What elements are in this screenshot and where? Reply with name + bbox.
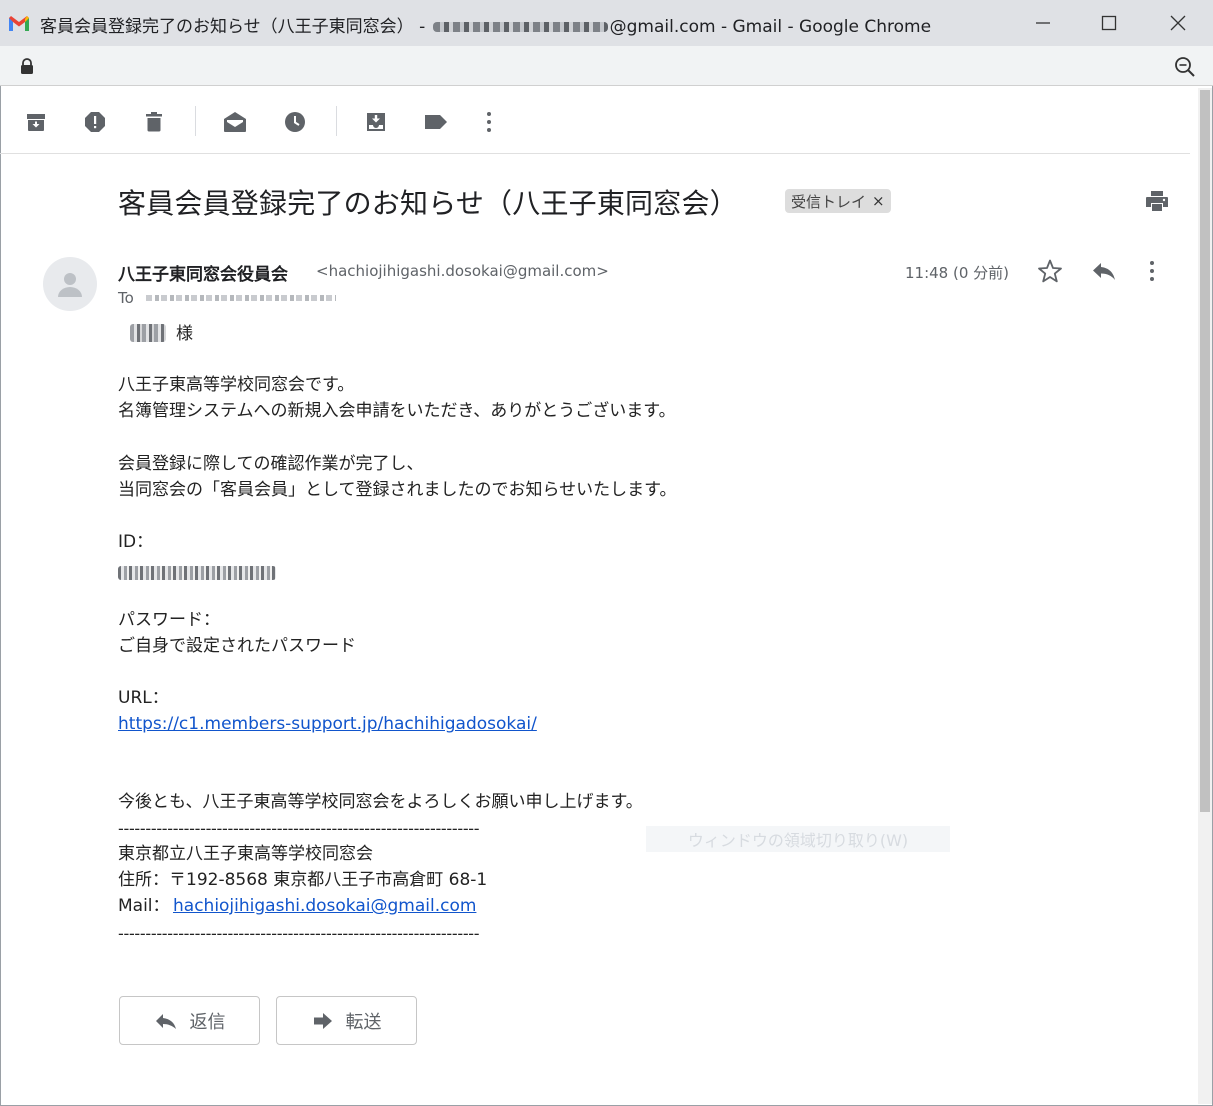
content-frame (0, 86, 1213, 1106)
redacted-id (118, 566, 276, 580)
maximize-icon (1101, 15, 1117, 31)
mark-unread-button[interactable] (221, 108, 249, 136)
body-line: 当同窓会の「客員会員」として登録されましたのでお知らせいたします。 (118, 480, 677, 500)
window-title: 客員会員登録完了のお知らせ（八王子東同窓会） - @gmail.com - Gm… (40, 12, 931, 37)
signature-divider: ----------------------------------------… (118, 924, 480, 943)
reply-button[interactable] (1090, 258, 1118, 288)
email-toolbar (0, 88, 1190, 154)
closing-line: 今後とも、八王子東高等学校同窓会をよろしくお願い申し上げます。 (118, 792, 643, 812)
report-spam-icon (85, 112, 105, 132)
snooze-button[interactable] (281, 108, 309, 136)
inbox-label-chip[interactable]: 受信トレイ × (785, 189, 891, 213)
delete-button[interactable] (140, 108, 168, 136)
close-window-button[interactable] (1155, 8, 1201, 38)
signature-mail-link[interactable]: hachiojihigashi.dosokai@gmail.com (173, 893, 476, 919)
password-value: ご自身で設定されたパスワード (118, 636, 356, 656)
sender-avatar (43, 257, 97, 311)
url-label: URL： (118, 688, 169, 708)
star-button[interactable] (1037, 258, 1063, 288)
remove-label-icon[interactable]: × (872, 192, 885, 210)
scrollbar-thumb[interactable] (1200, 90, 1210, 812)
signature-mail-label: Mail： (118, 896, 170, 916)
body-line: 会員登録に際しての確認作業が完了し、 (118, 454, 424, 474)
email-subject: 客員会員登録完了のお知らせ（八王子東同窓会） (118, 187, 738, 220)
move-to-inbox-button[interactable] (362, 108, 390, 136)
password-label: パスワード： (118, 610, 220, 630)
reply-icon (1093, 263, 1115, 280)
signature-org: 東京都立八王子東高等学校同窓会 (118, 844, 373, 864)
signature-address: 住所：〒192-8568 東京都八王子市高倉町 68-1 (118, 870, 488, 890)
sender-name[interactable]: 八王子東同窓会役員会 (118, 260, 288, 285)
members-support-link[interactable]: https://c1.members-support.jp/hachihigad… (118, 711, 537, 737)
forward-action-button[interactable]: 転送 (276, 996, 417, 1045)
gmail-logo-icon (9, 16, 29, 31)
email-time: 11:48 (0 分前) (905, 264, 1010, 282)
window-title-suffix: @gmail.com - Gmail - Google Chrome (609, 17, 932, 37)
archive-button[interactable] (22, 108, 50, 136)
minimize-button[interactable] (1020, 8, 1066, 38)
reply-icon (155, 1013, 176, 1029)
toolbar-divider (336, 106, 337, 136)
label-icon (425, 115, 447, 129)
close-icon (1170, 15, 1186, 31)
inbox-label: 受信トレイ (791, 192, 867, 211)
redacted-name (130, 324, 166, 342)
sender-email: <hachiojihigashi.dosokai@gmail.com> (316, 262, 609, 280)
person-icon (58, 273, 82, 297)
recipient-label: To (118, 289, 134, 307)
more-vertical-icon (487, 112, 491, 132)
print-button[interactable] (1144, 188, 1170, 218)
id-label: ID： (118, 532, 154, 552)
snip-overlay-hint: ウィンドウの領域切り取り(W) (646, 826, 950, 852)
trash-icon (146, 112, 162, 132)
clock-icon (285, 112, 305, 132)
archive-icon (27, 114, 45, 131)
salutation: 様 (176, 324, 193, 344)
label-button[interactable] (422, 108, 450, 136)
zoom-icon[interactable] (1174, 56, 1196, 78)
lock-icon (21, 58, 33, 74)
more-vertical-icon (1150, 261, 1154, 281)
address-bar (0, 46, 1213, 86)
window-title-prefix: 客員会員登録完了のお知らせ（八王子東同窓会） - (40, 17, 431, 37)
mark-unread-icon (224, 112, 246, 132)
body-line: 八王子東高等学校同窓会です。 (118, 375, 355, 395)
body-line: 名簿管理システムへの新規入会申請をいただき、ありがとうございます。 (118, 401, 676, 421)
message-more-button[interactable] (1148, 258, 1156, 288)
reply-action-label: 返信 (189, 1011, 226, 1033)
toolbar-divider (195, 106, 196, 136)
move-to-inbox-icon (367, 113, 385, 131)
minimize-icon (1036, 22, 1050, 24)
report-spam-button[interactable] (81, 108, 109, 136)
print-icon (1146, 191, 1168, 211)
reply-action-button[interactable]: 返信 (119, 996, 260, 1045)
redacted-account (432, 22, 608, 32)
forward-icon (313, 1012, 332, 1029)
redacted-recipient[interactable] (146, 295, 336, 301)
forward-action-label: 転送 (345, 1011, 382, 1033)
signature-divider: ----------------------------------------… (118, 819, 480, 838)
maximize-button[interactable] (1086, 8, 1132, 38)
star-icon (1038, 259, 1062, 283)
more-actions-button[interactable] (475, 108, 503, 136)
window-titlebar: 客員会員登録完了のお知らせ（八王子東同窓会） - @gmail.com - Gm… (0, 0, 1213, 46)
